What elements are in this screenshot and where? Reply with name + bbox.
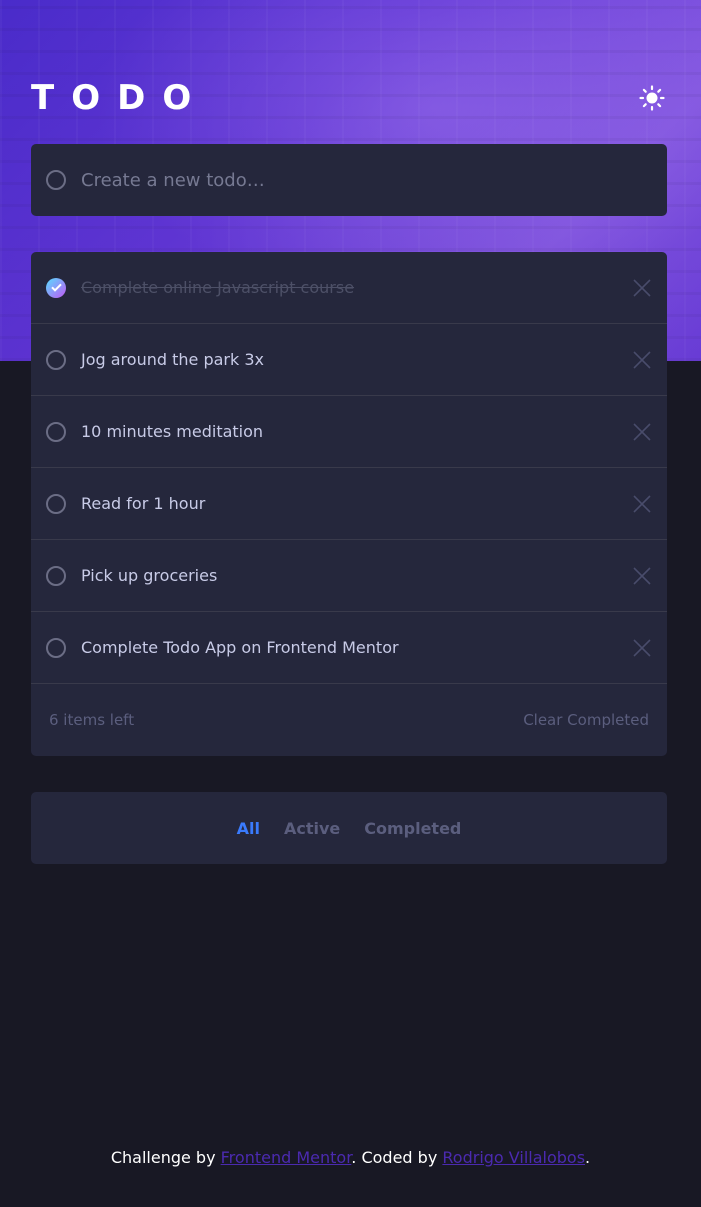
theme-toggle-button[interactable] bbox=[637, 83, 667, 113]
cross-icon bbox=[633, 278, 651, 297]
attribution: Challenge by Frontend Mentor. Coded by R… bbox=[0, 1148, 701, 1167]
clear-completed-button[interactable]: Clear Completed bbox=[523, 711, 649, 729]
app-logo: TODO bbox=[31, 78, 209, 118]
todo-list: Complete online Javascript course Jog ar… bbox=[31, 252, 667, 756]
cross-icon bbox=[633, 494, 651, 513]
todo-item[interactable]: Complete Todo App on Frontend Mentor bbox=[31, 612, 667, 684]
check-icon bbox=[50, 283, 62, 292]
todo-text: Jog around the park 3x bbox=[81, 350, 264, 369]
todo-item[interactable]: Jog around the park 3x bbox=[31, 324, 667, 396]
filter-bar: All Active Completed bbox=[31, 792, 667, 864]
attribution-prefix: Challenge by bbox=[110, 1148, 221, 1167]
cross-icon bbox=[633, 638, 651, 657]
delete-todo-button[interactable] bbox=[632, 494, 652, 514]
todo-checkbox[interactable] bbox=[46, 349, 66, 370]
filter-active-button[interactable]: Active bbox=[284, 819, 340, 838]
cross-icon bbox=[633, 422, 651, 441]
todo-list-footer: 6 items left Clear Completed bbox=[31, 684, 667, 756]
delete-todo-button[interactable] bbox=[632, 422, 652, 442]
todo-text: 10 minutes meditation bbox=[81, 422, 264, 441]
delete-todo-button[interactable] bbox=[632, 566, 652, 586]
todo-item[interactable]: 10 minutes meditation bbox=[31, 396, 667, 468]
todo-checkbox[interactable] bbox=[46, 637, 66, 658]
cross-icon bbox=[633, 350, 651, 369]
todo-checkbox[interactable] bbox=[46, 493, 66, 514]
filter-completed-button[interactable]: Completed bbox=[364, 819, 461, 838]
attribution-middle: . Coded by bbox=[351, 1148, 443, 1167]
app-header: TODO bbox=[31, 78, 667, 118]
items-left-count: 6 items left bbox=[49, 711, 135, 729]
new-todo-form bbox=[31, 144, 667, 216]
todo-text: Complete online Javascript course bbox=[81, 278, 355, 297]
todo-checkbox[interactable] bbox=[46, 565, 66, 586]
delete-todo-button[interactable] bbox=[632, 350, 652, 370]
todo-item[interactable]: Pick up groceries bbox=[31, 540, 667, 612]
author-link[interactable]: Rodrigo Villalobos bbox=[442, 1148, 585, 1167]
filter-all-button[interactable]: All bbox=[237, 819, 260, 838]
todo-item[interactable]: Read for 1 hour bbox=[31, 468, 667, 540]
delete-todo-button[interactable] bbox=[632, 278, 652, 298]
new-todo-check-circle[interactable] bbox=[46, 170, 66, 190]
cross-icon bbox=[633, 566, 651, 585]
attribution-suffix: . bbox=[585, 1148, 591, 1167]
todo-text: Read for 1 hour bbox=[81, 494, 206, 513]
new-todo-input[interactable] bbox=[81, 169, 641, 191]
todo-item[interactable]: Complete online Javascript course bbox=[31, 252, 667, 324]
delete-todo-button[interactable] bbox=[632, 638, 652, 658]
todo-checkbox[interactable] bbox=[46, 277, 66, 298]
frontend-mentor-link[interactable]: Frontend Mentor bbox=[221, 1148, 352, 1167]
todo-checkbox[interactable] bbox=[46, 421, 66, 442]
todo-text: Complete Todo App on Frontend Mentor bbox=[81, 638, 399, 657]
todo-text: Pick up groceries bbox=[81, 566, 218, 585]
sun-icon bbox=[639, 85, 665, 111]
